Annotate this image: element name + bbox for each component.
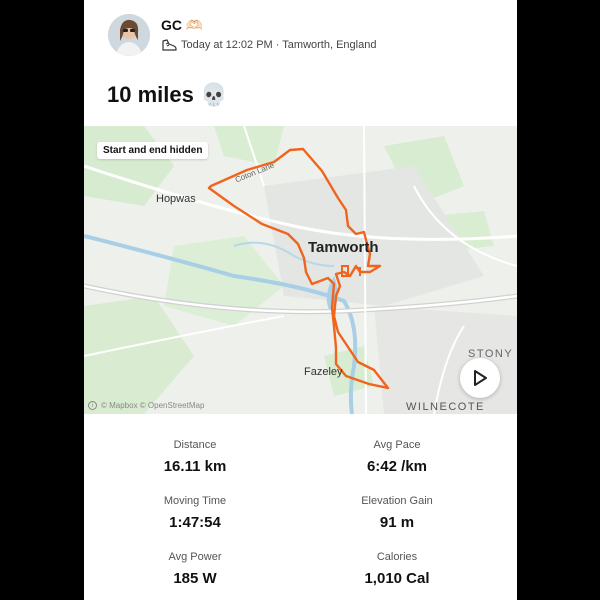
stat-elevation-gain: Elevation Gain 91 m (289, 495, 505, 531)
stat-label: Distance (173, 439, 217, 451)
map-label-hopwas: Hopwas (156, 193, 196, 205)
avatar-photo-icon (108, 14, 150, 56)
stat-avg-pace: Avg Pace 6:42 /km (289, 439, 505, 475)
activity-card[interactable]: GC 🫶🏻 Today at 12:02 PM · Tamworth, Engl… (84, 0, 517, 600)
map-attribution[interactable]: i © Mapbox © OpenStreetMap (88, 401, 204, 410)
map-label-tamworth: Tamworth (308, 239, 379, 256)
activity-meta: Today at 12:02 PM · Tamworth, England (161, 37, 376, 53)
privacy-badge: Start and end hidden (97, 142, 209, 159)
stat-label: Avg Pace (373, 439, 421, 451)
info-icon[interactable]: i (88, 401, 97, 410)
stat-moving-time: Moving Time 1:47:54 (87, 495, 303, 531)
avatar[interactable] (108, 14, 150, 56)
stat-value: 1:47:54 (169, 514, 221, 531)
shoe-icon (162, 39, 177, 51)
map-background (84, 126, 517, 414)
stat-value: 6:42 /km (366, 458, 428, 475)
stat-label: Moving Time (163, 495, 227, 507)
stat-label: Elevation Gain (361, 495, 433, 507)
stat-label: Avg Power (168, 551, 222, 563)
athlete-name[interactable]: GC 🫶🏻 (161, 17, 203, 34)
attribution-text: © Mapbox © OpenStreetMap (101, 401, 205, 410)
stat-calories: Calories 1,010 Cal (289, 551, 505, 587)
stat-value: 185 W (173, 570, 217, 587)
activity-stats: Distance 16.11 km Avg Pace 6:42 /km Movi… (84, 430, 517, 600)
play-icon (474, 370, 487, 386)
stat-value: 1,010 Cal (364, 570, 430, 587)
stat-value: 91 m (379, 514, 415, 531)
route-map[interactable]: Start and end hidden Coton Lane Hopwas T… (84, 126, 517, 414)
stat-label: Calories (376, 551, 418, 563)
stat-distance: Distance 16.11 km (87, 439, 303, 475)
map-label-fazeley: Fazeley (304, 366, 343, 378)
play-flyover-button[interactable] (460, 358, 500, 398)
activity-meta-text: Today at 12:02 PM · Tamworth, England (181, 39, 377, 51)
stat-value: 16.11 km (163, 458, 227, 475)
stat-avg-power: Avg Power 185 W (87, 551, 303, 587)
activity-title[interactable]: 10 miles 💀 (107, 82, 227, 108)
map-label-wilnecote: WILNECOTE (406, 401, 485, 413)
